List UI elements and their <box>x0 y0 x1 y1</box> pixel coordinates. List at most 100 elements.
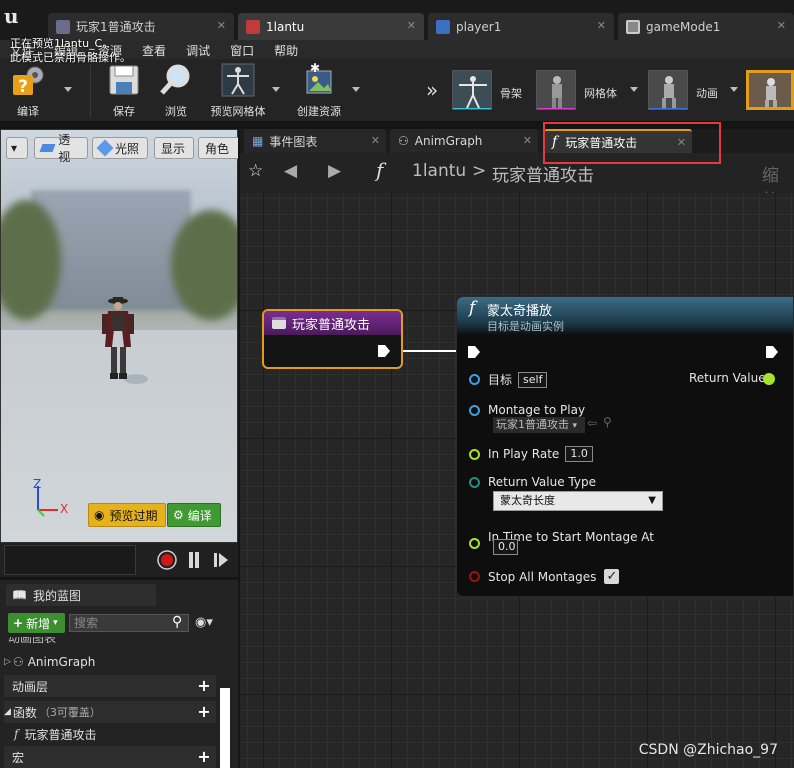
breadcrumb-current[interactable]: 玩家普通攻击 <box>492 161 594 186</box>
stop-all-checkbox-check-icon[interactable]: ✓ <box>604 569 620 584</box>
anim-blueprint-icon <box>246 19 260 34</box>
create-asset-button[interactable]: ✱ 创建资源 <box>288 61 350 119</box>
montage-asset-picker[interactable]: 玩家1普通攻击 ▾ <box>493 417 585 433</box>
record-icon[interactable] <box>157 550 177 570</box>
compile-options-chevron-down-icon[interactable] <box>64 87 72 92</box>
menu-debug[interactable]: 调试 <box>176 40 220 59</box>
start-time-value[interactable]: 0.0 <box>493 539 518 555</box>
unreal-logo-icon[interactable]: u <box>4 4 30 30</box>
doc-tab-player[interactable]: player1 ✕ <box>428 13 614 40</box>
return-value-pin-icon[interactable] <box>763 373 775 385</box>
timeline-scrubber[interactable] <box>4 545 136 575</box>
section-functions[interactable]: ◢ 函数 （3可覆盖） + <box>4 701 216 723</box>
pin-target[interactable]: 目标 self <box>469 371 548 388</box>
object-pin-icon[interactable] <box>469 374 480 385</box>
browse-button[interactable]: 浏览 <box>156 63 196 119</box>
skeleton-mode-thumbnail[interactable] <box>452 70 492 110</box>
character-button[interactable]: 角色 <box>198 137 238 159</box>
add-new-button[interactable]: + 新增 ▾ <box>8 613 65 633</box>
show-button[interactable]: 显示 <box>154 137 194 159</box>
animation-mode-thumbnail[interactable] <box>648 70 688 110</box>
close-icon[interactable]: ✕ <box>523 134 532 147</box>
pause-icon[interactable] <box>187 550 201 570</box>
add-macro-plus-icon[interactable]: + <box>196 749 212 765</box>
view-options-eye-icon[interactable]: ◉▾ <box>195 615 213 630</box>
watermark-text: CSDN @Zhichao_97 <box>638 742 778 758</box>
blueprint-mode-thumbnail[interactable] <box>746 70 794 110</box>
perspective-button[interactable]: 透视 <box>34 133 88 164</box>
pin-in-play-rate[interactable]: In Play Rate 1.0 <box>469 446 593 462</box>
panel-scrollbar[interactable] <box>220 688 230 768</box>
close-icon[interactable]: ✕ <box>371 134 380 147</box>
viewport-options-chevron-down-icon[interactable]: ▾ <box>6 137 28 159</box>
exec-out-pin[interactable] <box>377 344 391 358</box>
search-icon[interactable]: ⚲ <box>172 614 182 630</box>
object-pin-icon[interactable] <box>469 404 480 416</box>
animation-mode-label[interactable]: 动画 <box>696 85 718 101</box>
preview-expired-badge[interactable]: ◉ 预览过期 <box>88 503 166 527</box>
close-icon[interactable]: ✕ <box>597 19 606 32</box>
viewport-compile-label: 编译 <box>187 508 212 523</box>
doc-tab-montage[interactable]: 玩家1普通攻击 ✕ <box>48 13 234 40</box>
tree-item-anim-graph[interactable]: ▷ ⚇ AnimGraph <box>4 651 216 673</box>
return-value-type-select[interactable]: 蒙太奇长度 ▼ <box>493 491 663 511</box>
svg-text:✱: ✱ <box>310 63 320 75</box>
back-arrow-icon[interactable]: ◀ <box>284 161 297 181</box>
tree-item-function[interactable]: f 玩家普通攻击 <box>4 723 216 745</box>
play-rate-value[interactable]: 1.0 <box>565 446 593 462</box>
exec-in-pin[interactable] <box>467 345 481 359</box>
bool-pin-icon[interactable] <box>469 571 480 582</box>
save-button[interactable]: 保存 <box>104 63 144 119</box>
create-asset-chevron-down-icon[interactable] <box>352 87 360 92</box>
my-blueprint-tab[interactable]: 📖 我的蓝图 <box>6 584 156 606</box>
step-forward-icon[interactable] <box>212 550 230 570</box>
preview-mesh-chevron-down-icon[interactable] <box>272 87 280 92</box>
viewport-compile-button[interactable]: ⚙ 编译 <box>167 503 221 527</box>
pin-return-value-type[interactable]: Return Value Type <box>469 475 596 489</box>
target-label: 目标 <box>488 373 513 387</box>
doc-tab-label: player1 <box>456 19 502 34</box>
section-anim-layers[interactable]: 动画层 + <box>4 675 216 697</box>
animation-mode-chevron-down-icon[interactable] <box>730 87 738 92</box>
doc-tab-anim-blueprint[interactable]: 1lantu ✕ <box>238 13 424 40</box>
exec-out-pin[interactable] <box>765 345 779 359</box>
use-selected-arrow-icon[interactable]: ⇦ <box>587 416 597 430</box>
menu-view[interactable]: 查看 <box>132 40 176 59</box>
tab-event-graph[interactable]: ▦ 事件图表 ✕ <box>244 129 386 153</box>
enum-pin-icon[interactable] <box>469 476 480 488</box>
browse-search-icon[interactable]: ⚲ <box>603 415 612 429</box>
breadcrumb-root[interactable]: 1lantu <box>412 161 466 181</box>
tab-anim-graph[interactable]: ⚇ AnimGraph ✕ <box>390 129 538 153</box>
menu-window[interactable]: 窗口 <box>220 40 264 59</box>
float-pin-icon[interactable] <box>469 448 480 460</box>
lit-button[interactable]: 光照 <box>92 137 148 159</box>
float-pin-icon[interactable] <box>469 538 480 549</box>
preview-mesh-button[interactable]: 预览网格体 <box>206 63 270 119</box>
mesh-mode-chevron-down-icon[interactable] <box>630 87 638 92</box>
pin-stop-all-montages[interactable]: Stop All Montages ✓ <box>469 569 620 584</box>
close-icon[interactable]: ✕ <box>777 19 786 32</box>
blueprint-search-input[interactable]: 搜索 <box>69 614 189 632</box>
add-function-plus-icon[interactable]: + <box>196 704 212 720</box>
close-icon[interactable]: ✕ <box>217 19 226 32</box>
collapse-arrow-icon[interactable]: ◢ <box>4 707 11 717</box>
chevron-down-icon: ▾ <box>572 421 578 431</box>
function-entry-node[interactable]: 玩家普通攻击 <box>262 309 403 369</box>
pin-montage-to-play[interactable]: Montage to Play <box>469 403 585 417</box>
target-value[interactable]: self <box>518 371 548 388</box>
mode-overflow-chevrons-icon[interactable]: » <box>426 78 438 102</box>
anim-graph-icon: ⚇ <box>12 655 24 669</box>
expand-arrow-icon[interactable]: ▷ <box>4 657 11 667</box>
add-anim-layer-plus-icon[interactable]: + <box>196 678 212 694</box>
skeleton-mode-label[interactable]: 骨架 <box>500 85 522 101</box>
close-icon[interactable]: ✕ <box>407 19 416 32</box>
menu-help[interactable]: 帮助 <box>264 40 308 59</box>
compile-button[interactable]: ? 编译 <box>6 63 50 119</box>
doc-tab-game-mode[interactable]: gameMode1 ✕ <box>618 13 794 40</box>
mesh-mode-thumbnail[interactable] <box>536 70 576 110</box>
favorite-star-icon[interactable]: ☆ <box>248 161 263 181</box>
forward-arrow-icon[interactable]: ▶ <box>328 161 341 181</box>
mesh-mode-label[interactable]: 网格体 <box>584 85 617 101</box>
section-macros[interactable]: 宏 + <box>4 746 216 768</box>
play-montage-node[interactable]: f 蒙太奇播放 目标是动画实例 目标 self Return Value Mon… <box>456 296 794 597</box>
